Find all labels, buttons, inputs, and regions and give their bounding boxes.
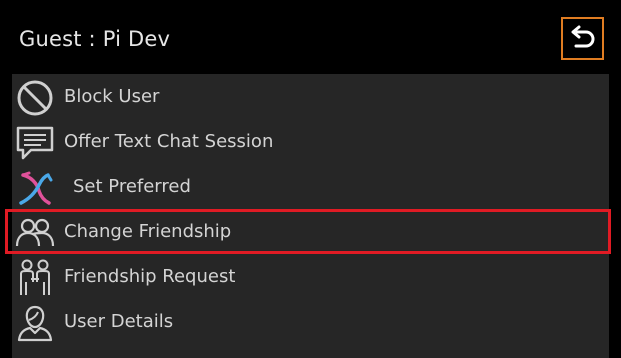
menu-item-change-friendship[interactable]: Change Friendship [12, 210, 609, 255]
menu-item-label: Change Friendship [64, 221, 232, 242]
back-button[interactable] [561, 17, 604, 60]
header-bar: Guest : Pi Dev [0, 0, 621, 74]
options-menu: Block User Offer Text Chat Session Set P… [12, 74, 609, 358]
menu-item-label: Block User [64, 86, 160, 107]
chat-bubble-icon [15, 124, 55, 162]
menu-item-label: Offer Text Chat Session [64, 131, 274, 152]
page-title: Guest : Pi Dev [19, 27, 171, 51]
menu-item-friendship-request[interactable]: Friendship Request [12, 255, 609, 300]
friendship-request-icon [15, 259, 55, 297]
menu-item-offer-text-chat[interactable]: Offer Text Chat Session [12, 120, 609, 165]
menu-item-label: Set Preferred [73, 176, 191, 197]
menu-item-label: User Details [64, 311, 174, 332]
block-icon [15, 79, 55, 117]
menu-item-user-details[interactable]: User Details [12, 300, 609, 345]
friends-icon [15, 214, 55, 252]
back-arrow-icon [571, 25, 594, 47]
menu-item-label: Friendship Request [64, 266, 236, 287]
menu-item-set-preferred[interactable]: Set Preferred [12, 165, 609, 210]
user-details-icon [15, 304, 55, 342]
menu-item-block-user[interactable]: Block User [12, 75, 609, 120]
preferred-crossed-icon [15, 169, 55, 207]
